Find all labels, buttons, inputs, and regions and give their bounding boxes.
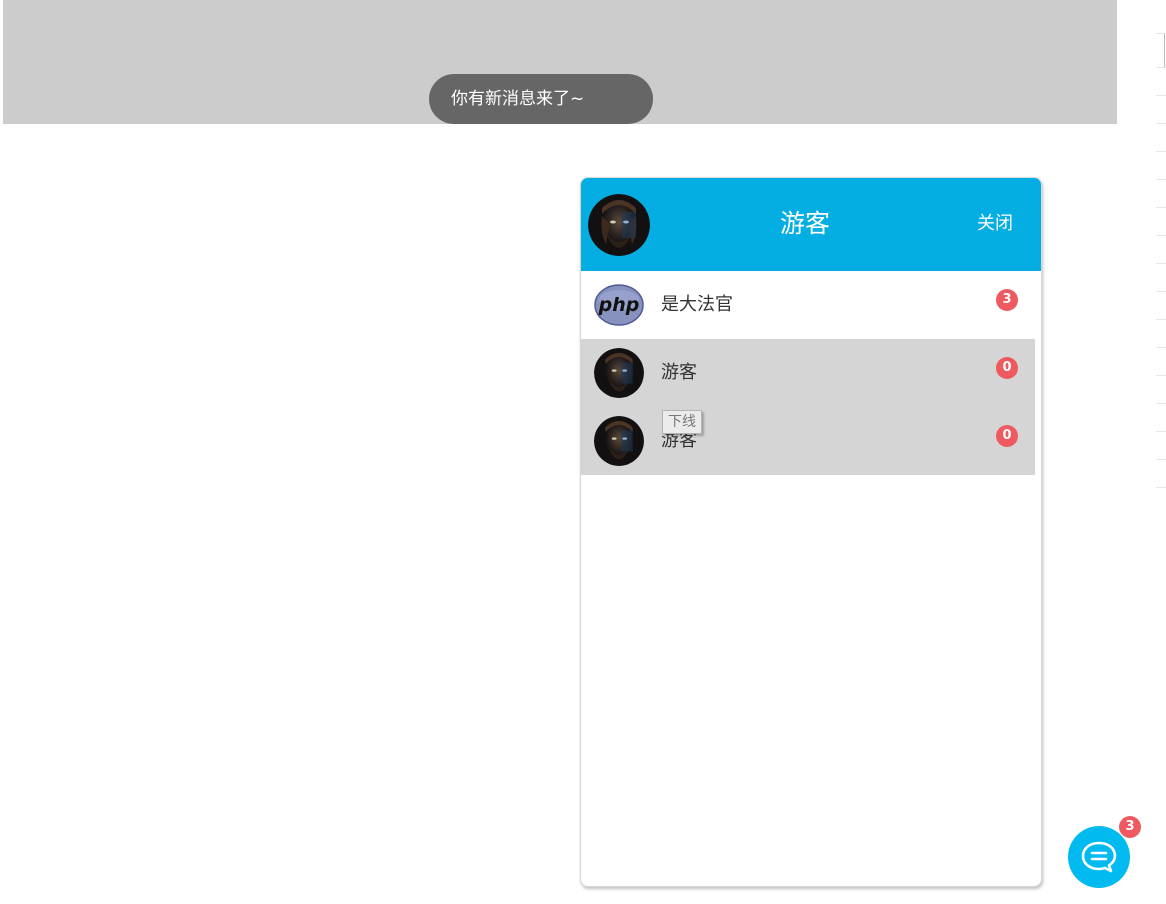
- right-edge-lines: [1156, 0, 1166, 490]
- bearded-man-avatar-icon: [594, 416, 644, 466]
- contact-name: 游客: [661, 362, 697, 383]
- chat-bubble-icon: [1081, 841, 1117, 873]
- contact-item[interactable]: php 是大法官 3: [581, 271, 1035, 339]
- chat-unread-badge: 3: [1119, 816, 1141, 838]
- chat-panel-header: 游客 关闭: [581, 178, 1041, 271]
- close-button[interactable]: 关闭: [977, 178, 1013, 270]
- bearded-man-avatar-icon: [594, 348, 644, 398]
- unread-badge: 3: [996, 289, 1018, 311]
- contact-item[interactable]: 游客 下线 0: [581, 407, 1035, 475]
- chat-panel: 游客 关闭 php 是大法官 3 游客 0 游客 下线 0: [580, 177, 1042, 887]
- php-logo-avatar-icon: php: [594, 280, 644, 330]
- chat-title: 游客: [779, 209, 830, 238]
- unread-badge: 0: [996, 357, 1018, 379]
- contact-item[interactable]: 游客 0: [581, 339, 1035, 407]
- chat-open-button[interactable]: [1068, 826, 1130, 888]
- unread-badge: 0: [996, 425, 1018, 447]
- contact-list: php 是大法官 3 游客 0 游客 下线 0: [581, 271, 1035, 475]
- new-message-toast: 你有新消息来了~: [429, 74, 653, 124]
- offline-tooltip: 下线: [662, 410, 702, 434]
- page: 你有新消息来了~ 游客 关闭 php 是大法官 3 游客 0 游客 下线 0 3: [0, 0, 1166, 904]
- contact-name: 是大法官: [661, 294, 733, 315]
- svg-text:php: php: [598, 294, 640, 316]
